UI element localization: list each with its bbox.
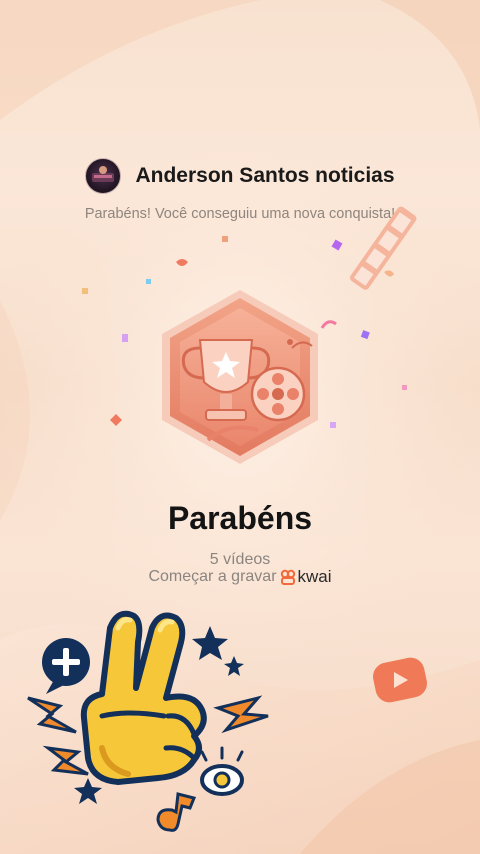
brand-name: kwai (297, 567, 332, 586)
trophy-film-badge-icon (162, 290, 318, 464)
profile-header: Anderson Santos noticias (0, 158, 480, 194)
peace-hand-sticker-icon (27, 610, 269, 832)
achievement-title: Parabéns (167, 500, 313, 536)
username[interactable]: Anderson Santos noticias (135, 164, 394, 188)
kwai-logo-icon (280, 569, 295, 585)
kwai-logo[interactable]: kwai (280, 567, 332, 587)
record-cta[interactable]: Começar a gravar kwai (0, 567, 480, 587)
avatar[interactable] (85, 158, 122, 194)
play-button-icon (373, 657, 427, 703)
achievement-subtitle: Parabéns! Você conseguiu uma nova conqui… (84, 206, 396, 222)
record-label[interactable]: Começar a gravar (148, 568, 276, 586)
